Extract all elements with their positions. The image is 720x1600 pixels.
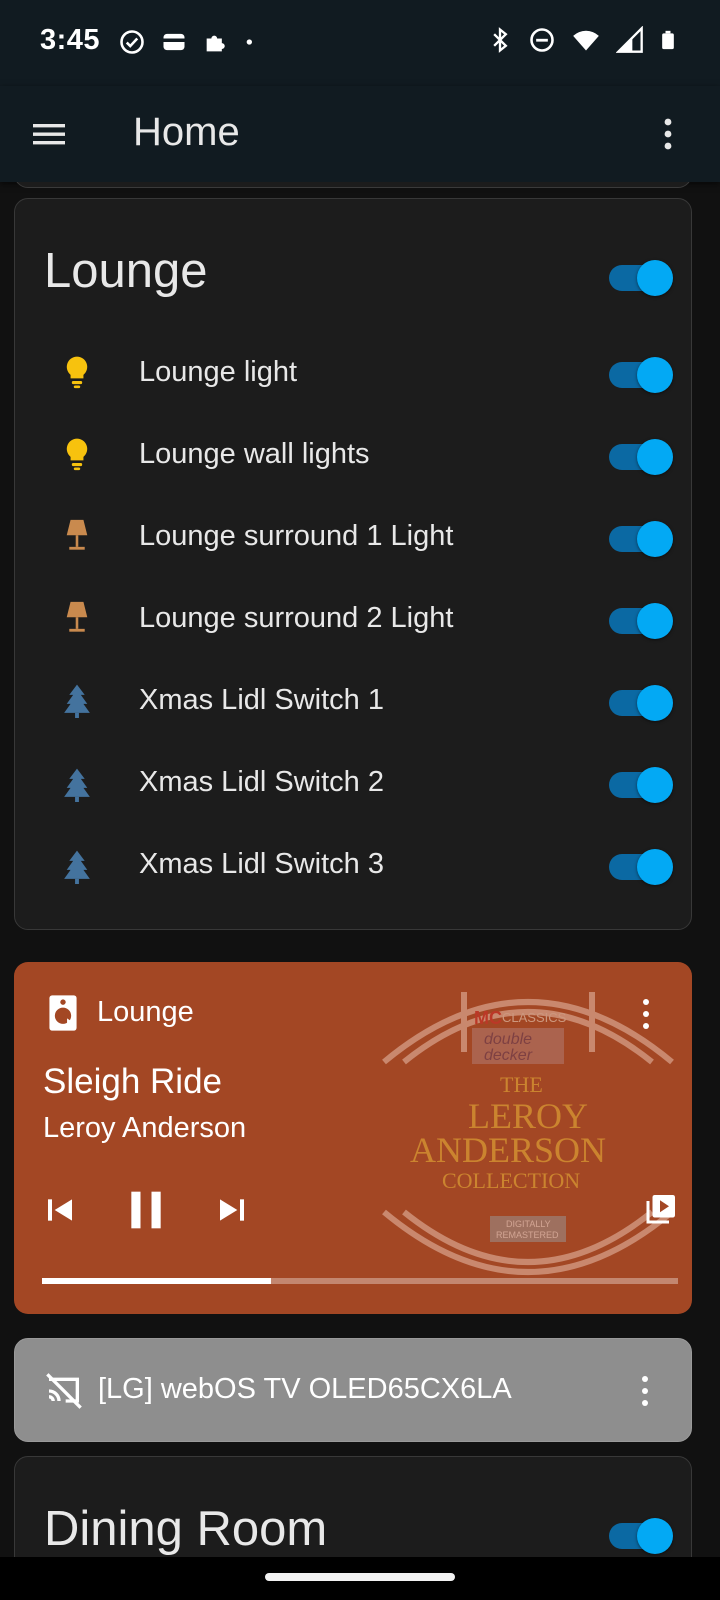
album-badge-line2: REMASTERED: [496, 1230, 559, 1240]
lounge-card: Lounge Lounge light Lounge wall lights L…: [14, 198, 692, 930]
puzzle-icon: [206, 35, 225, 52]
status-bar: 3:45: [0, 0, 720, 86]
media-progress-fill: [42, 1278, 271, 1284]
entity-row[interactable]: Lounge light: [15, 332, 693, 414]
media-player-card[interactable]: MC CLASSICS double decker THE LEROY ANDE…: [14, 962, 692, 1314]
battery-icon: [662, 30, 674, 50]
entity-label: Lounge light: [139, 356, 298, 388]
app-bar: Home: [0, 86, 720, 182]
navigation-bar: [0, 1557, 720, 1600]
skip-previous-icon[interactable]: [44, 1194, 76, 1226]
album-brand-suffix: CLASSICS: [502, 1010, 567, 1025]
speaker-play-icon: [49, 995, 77, 1031]
entity-row[interactable]: Xmas Lidl Switch 2: [15, 742, 693, 824]
previous-card: [14, 182, 692, 188]
lightbulb-icon: [66, 438, 88, 471]
entity-toggle[interactable]: [609, 439, 673, 475]
status-system-icons: [486, 26, 678, 54]
entity-row[interactable]: Lounge wall lights: [15, 414, 693, 496]
album-brand: MC: [474, 1008, 502, 1028]
pine-tree-icon: [64, 850, 90, 884]
media-artist: Leroy Anderson: [43, 1112, 247, 1144]
entity-label: Lounge surround 1 Light: [139, 520, 454, 552]
playlist-play-icon[interactable]: [642, 1192, 678, 1228]
entity-toggle[interactable]: [609, 357, 673, 393]
entity-row[interactable]: Lounge surround 1 Light: [15, 496, 693, 578]
skip-next-icon[interactable]: [216, 1194, 248, 1226]
dot-icon: [246, 39, 252, 45]
status-notification-icons: [118, 28, 260, 56]
album-label-line1: double: [484, 1031, 532, 1048]
more-vert-icon[interactable]: [638, 996, 654, 1032]
entity-toggle[interactable]: [609, 685, 673, 721]
dashboard-content[interactable]: Lounge Lounge light Lounge wall lights L…: [0, 182, 720, 1557]
entity-toggle[interactable]: [609, 767, 673, 803]
dining-room-card: Dining Room: [14, 1456, 692, 1557]
entity-toggle[interactable]: [609, 603, 673, 639]
entity-label: Xmas Lidl Switch 1: [139, 684, 384, 716]
floor-lamp-icon: [66, 519, 88, 550]
wifi-icon: [573, 30, 599, 51]
pine-tree-icon: [64, 768, 90, 802]
entity-row[interactable]: Lounge surround 2 Light: [15, 578, 693, 660]
dining-master-toggle[interactable]: [609, 1518, 673, 1554]
pause-icon[interactable]: [124, 1186, 168, 1234]
tv-media-card[interactable]: [LG] webOS TV OLED65CX6LA: [14, 1338, 692, 1442]
check-circle-icon: [120, 30, 144, 54]
entity-row[interactable]: Xmas Lidl Switch 1: [15, 660, 693, 742]
pine-tree-icon: [64, 684, 90, 718]
album-title-line4: COLLECTION: [442, 1168, 580, 1193]
more-vert-icon[interactable]: [658, 110, 678, 158]
status-time: 3:45: [40, 24, 101, 56]
more-vert-icon[interactable]: [637, 1373, 653, 1409]
floor-lamp-icon: [66, 601, 88, 632]
signal-icon: [616, 26, 643, 53]
do-not-disturb-icon: [530, 28, 554, 52]
menu-icon[interactable]: [26, 110, 74, 158]
entity-label: Lounge surround 2 Light: [139, 602, 454, 634]
entity-label: Xmas Lidl Switch 2: [139, 766, 384, 798]
entity-row[interactable]: Xmas Lidl Switch 3: [15, 824, 693, 906]
card-title: Dining Room: [44, 1502, 328, 1556]
media-title: Sleigh Ride: [43, 1062, 222, 1101]
page-title: Home: [133, 110, 240, 154]
gesture-handle[interactable]: [265, 1573, 455, 1581]
album-badge-line1: DIGITALLY: [506, 1219, 551, 1229]
card-title: Lounge: [44, 244, 208, 298]
entity-label: Lounge wall lights: [139, 438, 370, 470]
entity-toggle[interactable]: [609, 849, 673, 885]
media-source: Lounge: [97, 996, 194, 1028]
album-title-line3: ANDERSON: [410, 1130, 606, 1170]
lounge-master-toggle[interactable]: [609, 260, 673, 296]
wallet-icon: [163, 33, 185, 51]
album-label-line2: decker: [484, 1047, 533, 1064]
entity-label: Xmas Lidl Switch 3: [139, 848, 384, 880]
lightbulb-icon: [66, 356, 88, 389]
entity-toggle[interactable]: [609, 521, 673, 557]
tv-device-name: [LG] webOS TV OLED65CX6LA: [98, 1373, 512, 1405]
media-progress-bar[interactable]: [42, 1278, 678, 1284]
cast-off-icon: [46, 1373, 82, 1409]
bluetooth-icon: [493, 27, 508, 53]
album-title-line1: THE: [500, 1072, 543, 1097]
